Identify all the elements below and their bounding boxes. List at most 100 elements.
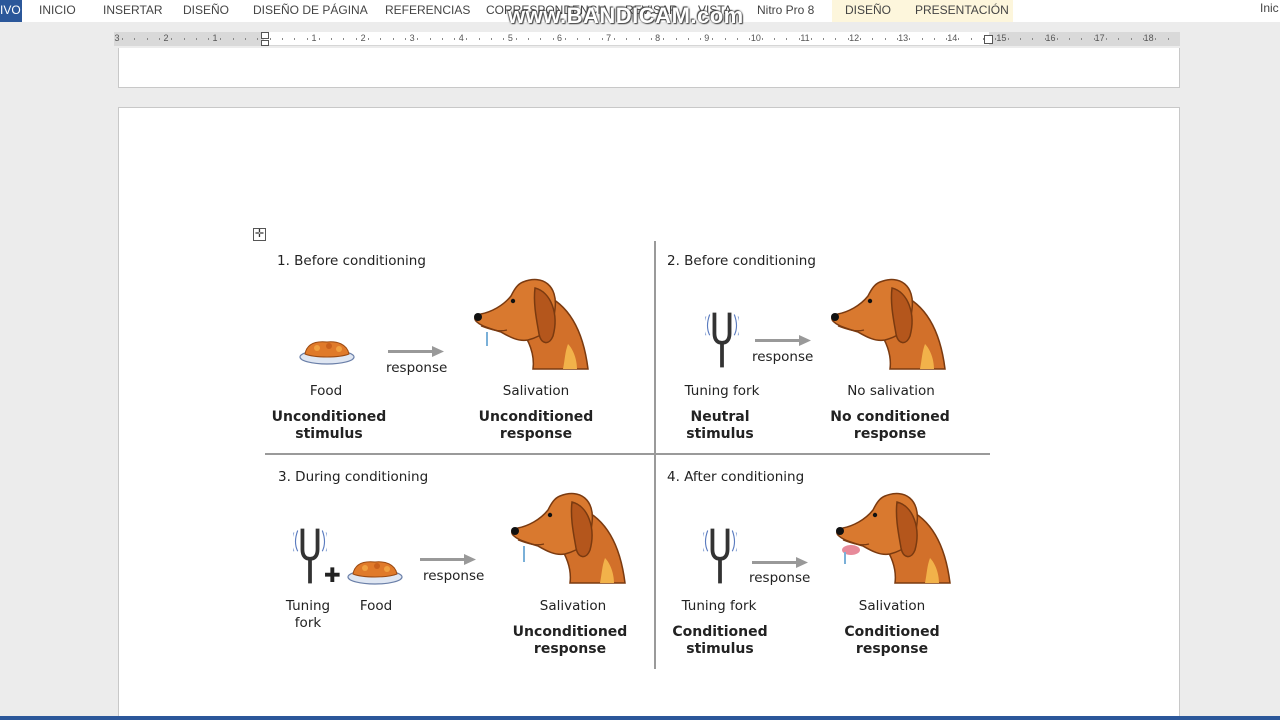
ruler-tick bbox=[1081, 38, 1083, 40]
ruler-tick bbox=[786, 38, 788, 40]
tab-inicio[interactable]: INICIO bbox=[39, 2, 76, 18]
panel-1-left-bold-1: Unconditioned bbox=[271, 409, 387, 425]
window-bottom-border bbox=[0, 716, 1280, 720]
ruler-tick bbox=[491, 38, 492, 40]
ruler-tick bbox=[195, 38, 197, 40]
ruler-tick bbox=[675, 38, 677, 40]
ruler-tick bbox=[798, 38, 800, 40]
right-indent-marker[interactable] bbox=[984, 35, 993, 44]
dog-salivating-icon bbox=[510, 492, 626, 584]
panel-2-left-caption: Tuning fork bbox=[684, 383, 760, 399]
tab-insertar[interactable]: INSERTAR bbox=[103, 2, 163, 18]
panel-1-arrow-label: response bbox=[386, 360, 448, 376]
ruler-tick bbox=[343, 38, 345, 40]
ruler-tick bbox=[183, 38, 185, 40]
panel-3-left-caption-1b: fork bbox=[294, 615, 322, 631]
plus-icon: ✚ bbox=[324, 563, 341, 587]
ruler-tick bbox=[884, 38, 886, 40]
ruler-tick bbox=[1032, 38, 1034, 40]
ruler-number: 7 bbox=[606, 33, 612, 43]
tab-referencias[interactable]: REFERENCIAS bbox=[385, 2, 470, 18]
ruler-tick bbox=[171, 38, 173, 40]
panel-1-right-caption: Salivation bbox=[502, 383, 570, 399]
tab-file[interactable]: IVO bbox=[0, 0, 22, 22]
ruler-number: 8 bbox=[655, 33, 661, 43]
food-bowl-icon bbox=[347, 561, 403, 585]
tab-diseno-de-pagina[interactable]: DISEÑO DE PÁGINA bbox=[253, 2, 368, 18]
ruler-tick bbox=[269, 38, 271, 40]
ruler-tick bbox=[208, 38, 210, 40]
panel-2-arrow-label: response bbox=[752, 349, 814, 365]
ruler-tick bbox=[417, 38, 419, 40]
ruler-number: 2 bbox=[360, 33, 366, 43]
ruler-tick bbox=[318, 38, 320, 40]
ruler-tick bbox=[245, 38, 246, 40]
ruler-tick bbox=[601, 38, 603, 40]
panel-2-left-bold-2: stimulus bbox=[686, 426, 754, 442]
ruler-tick bbox=[368, 38, 369, 40]
tab-diseno[interactable]: DISEÑO bbox=[183, 2, 229, 18]
ruler-tick bbox=[847, 38, 849, 40]
ruler-number: 15 bbox=[996, 33, 1007, 43]
ruler-tick bbox=[355, 38, 357, 40]
ruler-tick bbox=[158, 38, 160, 40]
ruler-tick bbox=[331, 38, 333, 40]
ruler-tick bbox=[958, 38, 960, 40]
horizontal-ruler[interactable]: 3 2 1 1 2 3 4 5 6 7 8 9 10 11 12 13 14 15 16 17 18 bbox=[114, 32, 1180, 46]
ruler-tick bbox=[257, 38, 259, 40]
ruler-tick bbox=[860, 38, 861, 40]
ruler-tick bbox=[577, 38, 579, 40]
ruler-number: 4 bbox=[458, 33, 464, 43]
ruler-number: 17 bbox=[1094, 33, 1105, 43]
ruler-tick bbox=[392, 38, 394, 40]
tuning-fork-icon bbox=[703, 526, 737, 586]
ruler-number: 14 bbox=[947, 33, 958, 43]
panel-4-title: 4. After conditioning bbox=[667, 469, 805, 485]
tab-table-design[interactable]: DISEÑO bbox=[845, 2, 891, 18]
ruler-tick bbox=[1056, 38, 1058, 40]
tuning-fork-icon bbox=[705, 310, 739, 370]
ruler-tick bbox=[737, 38, 738, 40]
ruler-tick bbox=[466, 38, 468, 40]
ruler-tick bbox=[1106, 38, 1107, 40]
panel-3-arrow-label: response bbox=[423, 568, 485, 584]
panel-1-right-bold-1: Unconditioned bbox=[478, 409, 594, 425]
ruler-tick bbox=[921, 38, 923, 40]
ruler-tick bbox=[896, 38, 898, 40]
panel-4-right-bold-1: Conditioned bbox=[844, 624, 940, 640]
panel-4-right-bold-2: response bbox=[855, 641, 929, 657]
ruler-tick bbox=[1155, 38, 1157, 40]
ruler-tick bbox=[454, 38, 456, 40]
ruler-tick bbox=[1118, 38, 1120, 40]
ruler-tick bbox=[1167, 38, 1169, 40]
dog-icon bbox=[830, 278, 946, 370]
first-line-indent-marker[interactable] bbox=[261, 32, 269, 39]
panel-3-left-caption-1a: Tuning bbox=[285, 598, 331, 614]
tuning-fork-icon bbox=[293, 526, 327, 586]
panel-2-title: 2. Before conditioning bbox=[667, 253, 816, 269]
left-indent-marker[interactable] bbox=[261, 40, 269, 46]
dog-salivating-icon bbox=[835, 492, 951, 584]
ruler-tick bbox=[626, 38, 628, 40]
ruler-number: 9 bbox=[704, 33, 710, 43]
table-move-handle[interactable]: ✛ bbox=[253, 228, 266, 241]
ruler-tick bbox=[1069, 38, 1071, 40]
sign-in-link[interactable]: Inic bbox=[1260, 0, 1279, 16]
ruler-tick bbox=[1019, 38, 1021, 40]
ruler-tick bbox=[294, 38, 296, 40]
ruler-tick bbox=[429, 38, 431, 40]
ruler-tick bbox=[970, 38, 972, 40]
ruler-tick bbox=[1093, 38, 1095, 40]
ruler-number: 6 bbox=[556, 33, 563, 43]
tab-nitro-pro[interactable]: Nitro Pro 8 bbox=[757, 2, 814, 18]
panel-1-left-bold-2: stimulus bbox=[295, 426, 363, 442]
ruler-tick bbox=[380, 38, 382, 40]
panel-1-right-bold-2: response bbox=[499, 426, 573, 442]
classical-conditioning-figure: 1. Before conditioning response Food Unc… bbox=[265, 241, 990, 669]
tab-table-layout[interactable]: PRESENTACIÓN bbox=[915, 2, 1009, 18]
ruler-tick bbox=[650, 38, 652, 40]
ruler-tick bbox=[761, 38, 763, 40]
ruler-tick bbox=[122, 38, 123, 40]
ruler-tick bbox=[872, 38, 874, 40]
ruler-tick bbox=[281, 38, 283, 40]
